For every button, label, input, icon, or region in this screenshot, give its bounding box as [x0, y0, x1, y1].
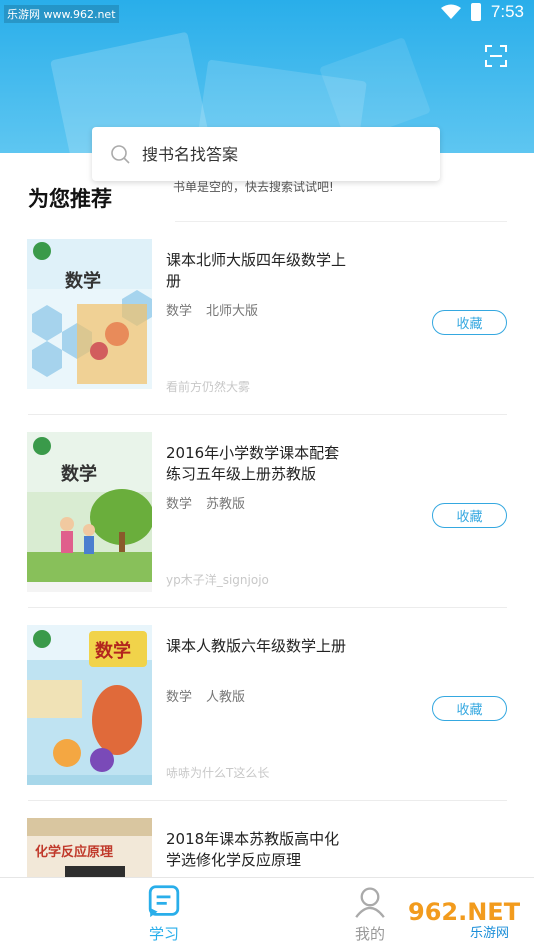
cover-title: 数学 — [61, 463, 97, 485]
empty-shelf-hint: 书单是空的，快去搜索试试吧! — [173, 180, 334, 194]
book-list: 数学 课本北师大版四年级数学上册 数学 北师大版 看前方仍然大雾 收藏 数学 2… — [0, 222, 534, 949]
cover-title: 数学 — [65, 270, 101, 292]
cover-title: 数学 — [95, 640, 131, 662]
study-tab-icon — [148, 885, 180, 918]
favorite-button[interactable]: 收藏 — [432, 696, 507, 721]
book-cover[interactable]: 数学 — [27, 239, 152, 399]
scan-button[interactable] — [484, 44, 508, 68]
search-input[interactable] — [142, 127, 422, 181]
battery-icon — [470, 3, 481, 21]
book-title[interactable]: 课本北师大版四年级数学上册 — [166, 250, 346, 292]
user-icon — [355, 887, 385, 918]
status-time: 7:53 — [490, 2, 524, 21]
favorite-button[interactable]: 收藏 — [432, 310, 507, 335]
book-item[interactable]: 数学 2016年小学数学课本配套练习五年级上册苏教版 数学 苏教版 yp木子洋_s… — [0, 415, 534, 608]
search-box[interactable] — [92, 127, 440, 181]
status-bar: 乐游网 www.962.net 7:53 — [0, 0, 534, 28]
scan-icon — [485, 45, 507, 67]
book-cover[interactable]: 数学 — [27, 432, 152, 592]
book-cover[interactable]: 数学 — [27, 625, 152, 785]
book-uploader: yp木子洋_signjojo — [166, 573, 269, 587]
book-tag-subject: 数学 — [166, 304, 193, 319]
book-tags: 数学 北师大版 — [166, 300, 258, 319]
book-tag-subject: 数学 — [166, 690, 193, 705]
book-title[interactable]: 课本人教版六年级数学上册 — [166, 636, 346, 657]
book-tags: 数学 人教版 — [166, 686, 245, 705]
book-tag-edition: 苏教版 — [206, 497, 246, 512]
book-tag-subject: 数学 — [166, 497, 193, 512]
status-right: 7:53 — [440, 2, 524, 22]
book-uploader: 哧哧为什么T这么长 — [166, 766, 270, 780]
watermark-sub: 乐游网 — [470, 926, 509, 941]
tab-mine-label: 我的 — [354, 925, 385, 943]
search-icon — [111, 145, 130, 164]
watermark-text: 962.NET — [408, 898, 521, 926]
tab-study-label: 学习 — [148, 925, 179, 943]
wifi-icon — [440, 4, 461, 19]
book-item[interactable]: 数学 课本北师大版四年级数学上册 数学 北师大版 看前方仍然大雾 收藏 — [0, 222, 534, 415]
favorite-button[interactable]: 收藏 — [432, 503, 507, 528]
book-item[interactable]: 数学 课本人教版六年级数学上册 数学 人教版 哧哧为什么T这么长 收藏 — [0, 608, 534, 801]
tab-study[interactable]: 学习 — [104, 884, 224, 944]
status-site-label: 乐游网 www.962.net — [4, 5, 119, 23]
book-tag-edition: 北师大版 — [206, 304, 259, 319]
book-uploader: 看前方仍然大雾 — [166, 380, 251, 394]
cover-title: 化学反应原理 — [35, 844, 113, 860]
book-tag-edition: 人教版 — [206, 690, 246, 705]
book-title[interactable]: 2018年课本苏教版高中化学选修化学反应原理 — [166, 829, 346, 871]
section-title: 为您推荐 — [28, 187, 112, 211]
book-tags: 数学 苏教版 — [166, 493, 245, 512]
watermark-logo: 962.NET 乐游网 — [400, 890, 530, 942]
book-title[interactable]: 2016年小学数学课本配套练习五年级上册苏教版 — [166, 443, 346, 485]
